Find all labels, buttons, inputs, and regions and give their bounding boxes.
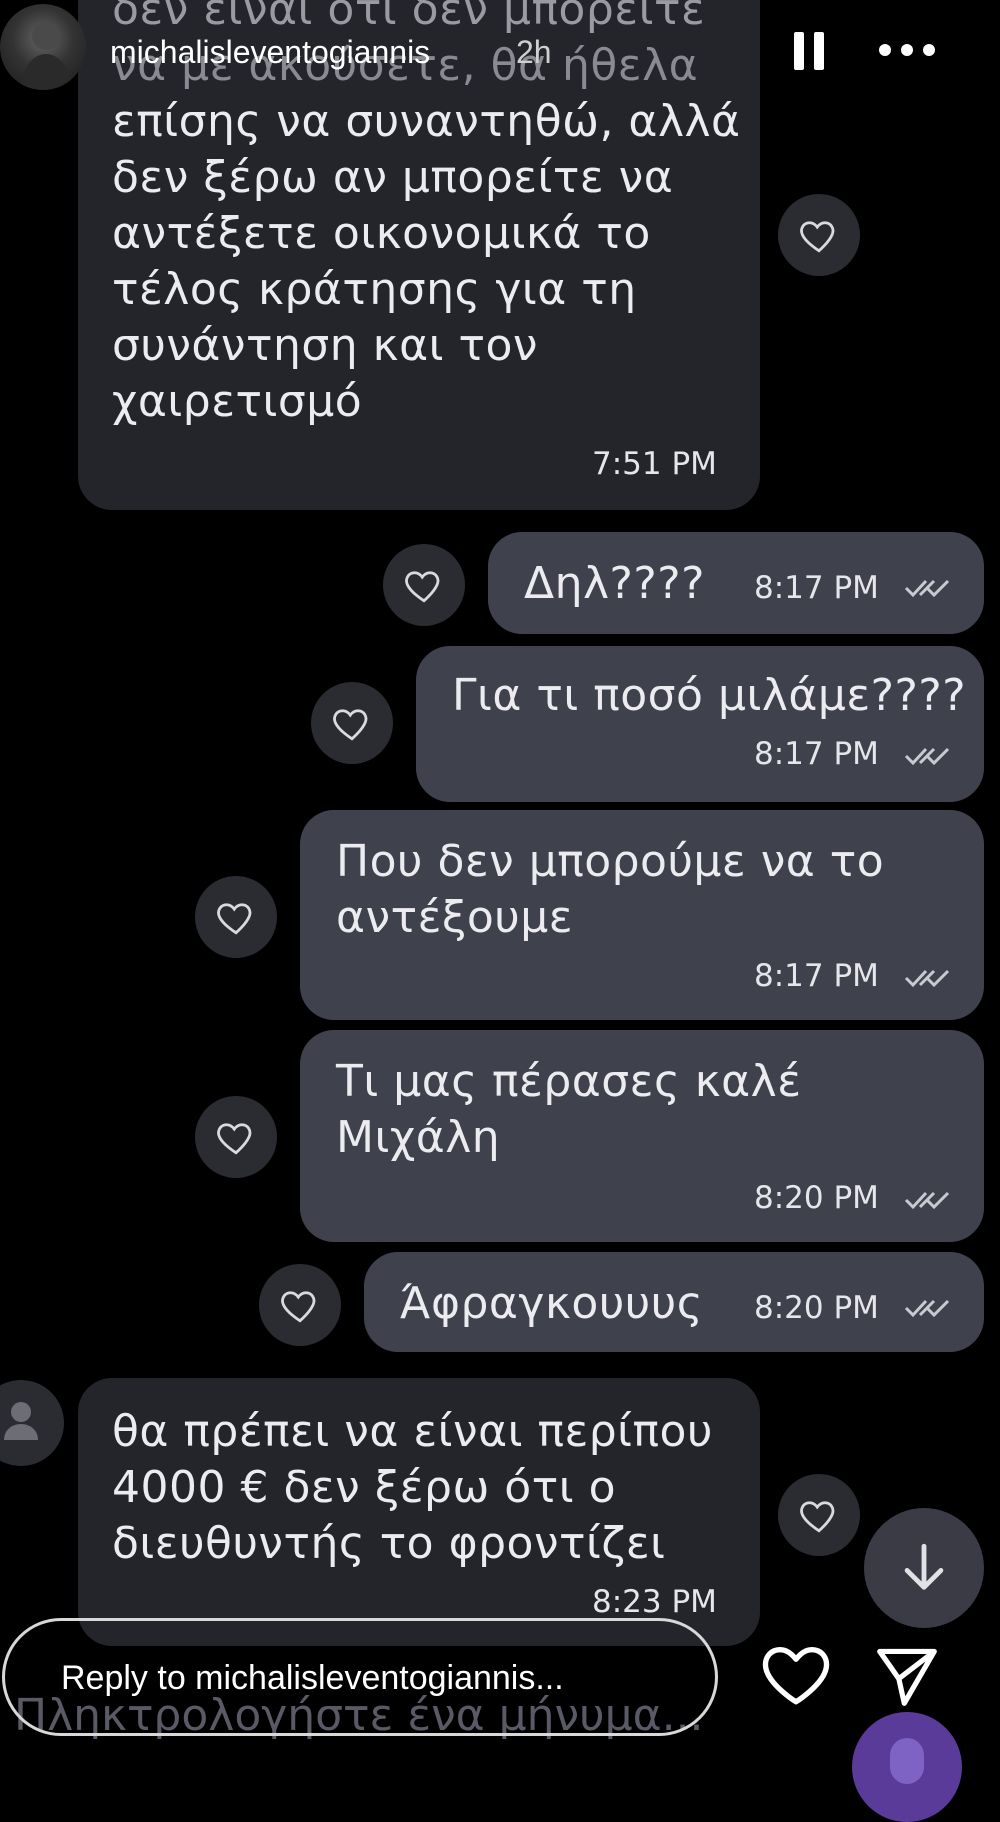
message-time: 8:17 PM [754,570,879,606]
react-heart-button[interactable] [778,194,860,276]
arrow-down-icon [904,1543,944,1590]
scroll-down-button[interactable] [864,1508,984,1628]
story-share-button[interactable] [874,1646,940,1706]
heart-icon [405,571,440,603]
double-check-icon [904,1191,950,1210]
more-icon [879,44,935,56]
story-like-button[interactable] [762,1644,830,1706]
react-heart-button[interactable] [195,1096,277,1178]
message-time: 8:17 PM [754,736,879,772]
pause-button[interactable] [790,30,830,72]
message-text: Δηλ???? [524,558,705,609]
heart-icon [762,1646,830,1705]
heart-icon [800,221,835,253]
more-options-button[interactable] [876,38,938,62]
message-text: Που δεν μπορούμε να το αντέξουμε [336,836,885,943]
contact-avatar [0,1380,64,1466]
message-time: 8:20 PM [754,1290,879,1326]
composer-action-button[interactable] [852,1712,962,1822]
profile-photo-icon [20,22,72,90]
story-reply-input[interactable]: Reply to michalisleventogiannis... [2,1618,718,1736]
message-time: 7:51 PM [592,446,717,482]
react-heart-button[interactable] [383,544,465,626]
send-icon [877,1648,937,1706]
react-heart-button[interactable] [311,682,393,764]
story-header: michalisleventogiannis 2h [0,0,1000,100]
message-text: Άφραγκουυυς [400,1278,704,1329]
double-check-icon [904,579,950,598]
story-time: 2h [516,34,552,70]
reply-placeholder: Reply to michalisleventogiannis... [61,1659,564,1697]
message-time: 8:23 PM [592,1584,717,1620]
story-username[interactable]: michalisleventogiannis [110,34,430,71]
heart-icon [333,709,368,741]
heart-icon [217,903,252,935]
message-text: Τι μας πέρασες καλέ Μιχάλη [336,1056,802,1163]
pause-icon [794,32,824,70]
mic-icon [890,1738,924,1784]
double-check-icon [904,1299,950,1318]
message-text: Για τι ποσό μιλάμε???? [452,670,967,721]
double-check-icon [904,969,950,988]
double-check-icon [904,747,950,766]
react-heart-button[interactable] [259,1264,341,1346]
message-time: 8:17 PM [754,958,879,994]
message-text: θα πρέπει να είναι περίπου 4000 € δεν ξέ… [112,1406,713,1569]
react-heart-button[interactable] [195,876,277,958]
react-heart-button[interactable] [778,1474,860,1556]
message-text: επίσης να συναντηθώ, αλλά δεν ξέρω αν μπ… [112,96,741,427]
person-icon [4,1402,38,1440]
message-time: 8:20 PM [754,1180,879,1216]
heart-icon [217,1123,252,1155]
story-avatar[interactable] [0,4,86,90]
heart-icon [281,1291,316,1323]
heart-icon [800,1501,835,1533]
